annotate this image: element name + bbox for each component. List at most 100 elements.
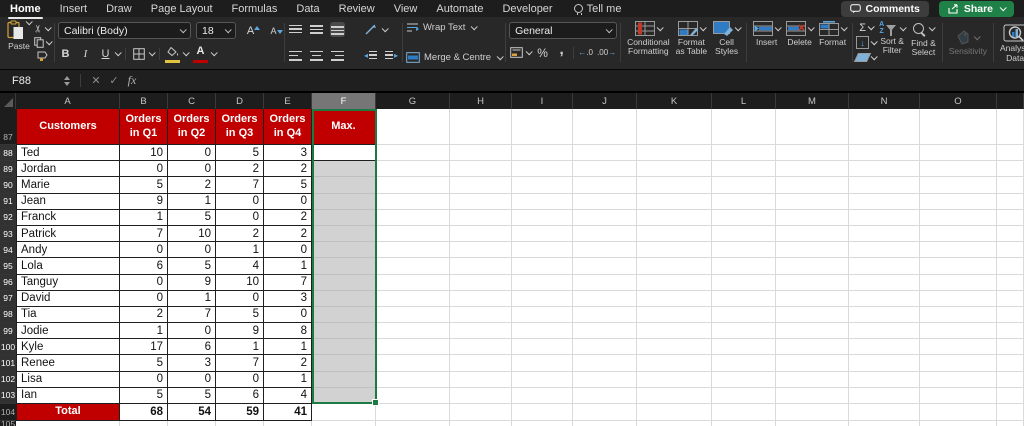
increase-font-size-button[interactable]: A [243,23,258,38]
formula-input[interactable] [141,70,1024,91]
value-cell[interactable]: 17 [120,339,168,355]
empty-cell[interactable] [512,242,573,258]
empty-cell[interactable] [637,145,712,161]
borders-button[interactable] [131,46,146,61]
value-cell[interactable]: 10 [216,275,264,291]
empty-cell[interactable] [776,323,849,339]
customer-cell[interactable]: Andy [16,242,120,258]
empty-cell[interactable] [776,226,849,242]
empty-cell[interactable] [216,421,264,426]
number-format-select[interactable]: General [509,22,617,39]
empty-cell[interactable] [573,307,637,323]
total-value-cell[interactable]: 41 [264,404,312,421]
selected-range-cell[interactable] [312,291,376,307]
cut-button[interactable]: ✂ [34,22,51,36]
value-cell[interactable]: 3 [168,355,216,371]
value-cell[interactable]: 0 [120,161,168,177]
empty-cell[interactable] [712,307,776,323]
column-header-K[interactable]: K [637,93,712,109]
menu-tab-insert[interactable]: Insert [60,3,88,15]
empty-cell[interactable] [450,372,512,388]
empty-cell[interactable] [120,421,168,426]
empty-cell[interactable] [637,275,712,291]
value-cell[interactable]: 5 [264,177,312,193]
value-cell[interactable]: 0 [168,161,216,177]
empty-cell[interactable] [997,421,1024,426]
empty-cell[interactable] [450,307,512,323]
conditional-formatting-button[interactable]: Conditional Formatting [624,18,673,67]
empty-cell[interactable] [776,421,849,426]
empty-cell[interactable] [849,372,920,388]
value-cell[interactable]: 7 [216,355,264,371]
empty-cell[interactable] [849,145,920,161]
empty-cell[interactable] [776,194,849,210]
column-header-F[interactable]: F [312,93,376,109]
format-as-table-button[interactable]: Format as Table [673,18,711,67]
row-header[interactable]: 103 [0,388,16,404]
empty-cell[interactable] [849,404,920,421]
empty-cell[interactable] [849,388,920,404]
empty-cell[interactable] [312,421,376,426]
empty-cell[interactable] [450,161,512,177]
row-header[interactable]: 102 [0,372,16,388]
value-cell[interactable]: 9 [216,323,264,339]
accounting-format-button[interactable] [509,45,524,60]
empty-cell[interactable] [573,291,637,307]
empty-cell[interactable] [637,339,712,355]
value-cell[interactable]: 1 [120,323,168,339]
empty-cell[interactable] [997,323,1024,339]
customer-cell[interactable]: Ian [16,388,120,404]
customer-cell[interactable]: Tia [16,307,120,323]
selected-range-cell[interactable] [312,372,376,388]
menu-tab-automate[interactable]: Automate [436,3,483,15]
empty-cell[interactable] [450,177,512,193]
align-bottom-button[interactable] [330,22,345,37]
empty-cell[interactable] [573,323,637,339]
row-header[interactable]: 93 [0,226,16,242]
empty-cell[interactable] [920,226,997,242]
empty-cell[interactable] [573,210,637,226]
empty-cell[interactable] [712,291,776,307]
cancel-button[interactable]: ✕ [87,74,105,87]
selected-range-cell[interactable] [312,242,376,258]
empty-cell[interactable] [376,388,450,404]
empty-cell[interactable] [512,421,573,426]
empty-cell[interactable] [712,372,776,388]
empty-cell[interactable] [376,177,450,193]
empty-cell[interactable] [776,355,849,371]
empty-cell[interactable] [637,388,712,404]
value-cell[interactable]: 1 [264,372,312,388]
column-header-E[interactable]: E [264,93,312,109]
insert-function-button[interactable]: fx [123,73,141,88]
name-box[interactable]: F88 [0,75,74,87]
empty-cell[interactable] [450,339,512,355]
empty-cell[interactable] [573,404,637,421]
empty-cell[interactable] [637,258,712,274]
empty-cell[interactable] [849,161,920,177]
value-cell[interactable]: 0 [120,372,168,388]
empty-cell[interactable] [264,421,312,426]
empty-cell[interactable] [997,161,1024,177]
empty-cell[interactable] [920,177,997,193]
selected-range-cell[interactable] [312,339,376,355]
row-header[interactable]: 97 [0,291,16,307]
value-cell[interactable]: 7 [264,275,312,291]
empty-cell[interactable] [512,177,573,193]
empty-cell[interactable] [920,210,997,226]
total-label-cell[interactable]: Total [16,404,120,421]
empty-cell[interactable] [512,323,573,339]
empty-cell[interactable] [637,177,712,193]
value-cell[interactable]: 1 [216,242,264,258]
empty-cell[interactable] [512,355,573,371]
empty-cell[interactable] [637,323,712,339]
selected-range-cell[interactable] [312,177,376,193]
merge-centre-button[interactable]: Merge & Centre [406,52,502,63]
align-center-button[interactable] [309,48,324,63]
orientation-button[interactable] [363,22,378,37]
empty-cell[interactable] [450,291,512,307]
align-right-button[interactable] [330,48,345,63]
bold-button[interactable]: B [58,46,73,61]
tell-me[interactable]: Tell me [574,3,622,15]
row-header[interactable]: 88 [0,145,16,161]
empty-cell[interactable] [776,242,849,258]
